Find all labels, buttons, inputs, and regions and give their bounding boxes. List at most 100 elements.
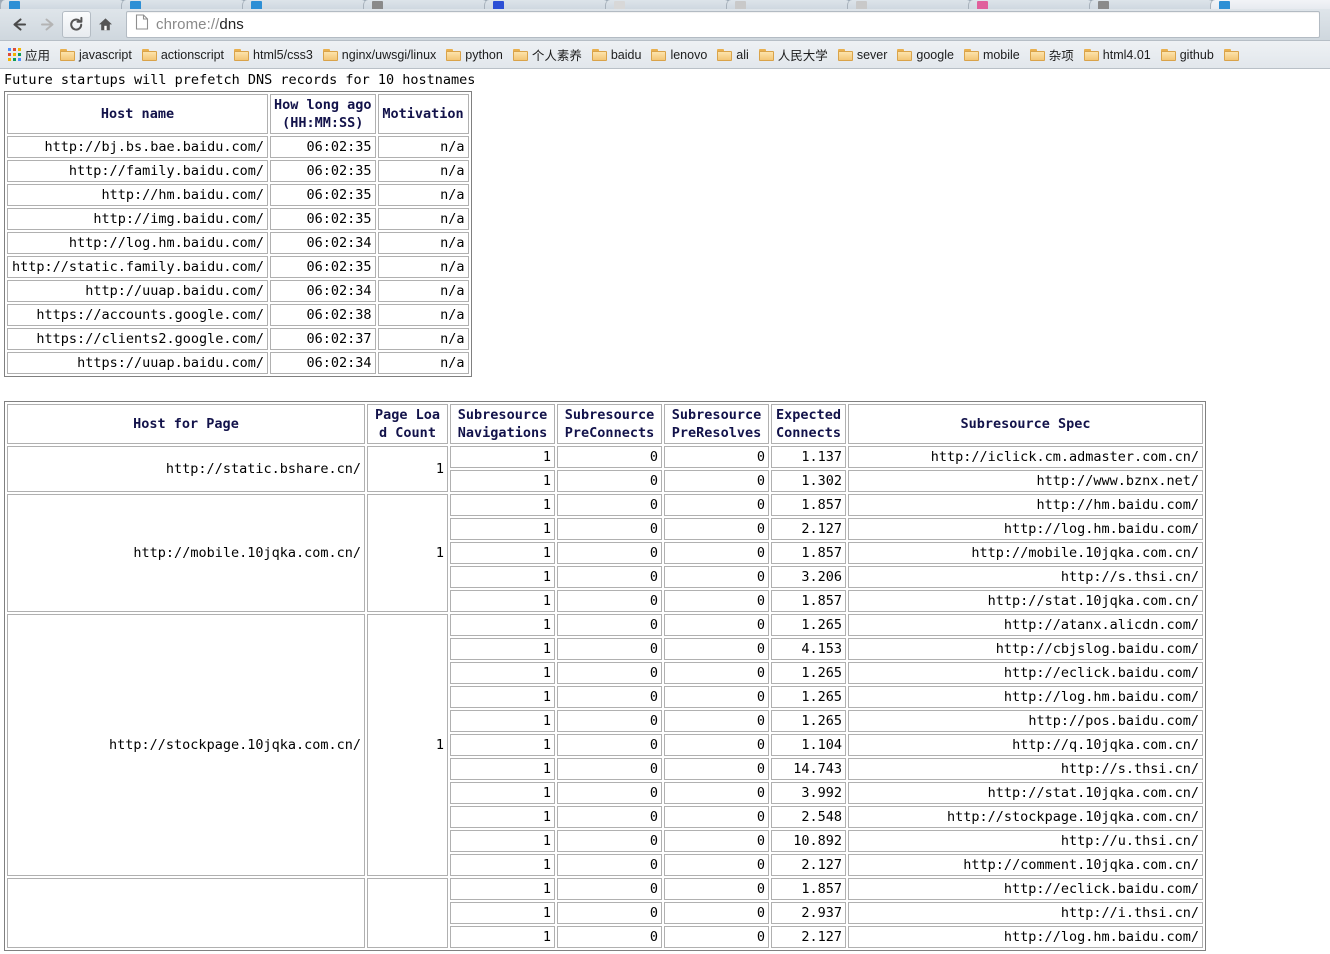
cell-motivation: n/a (377, 232, 469, 254)
folder-icon (717, 48, 733, 61)
cell-subresource-spec: http://eclick.baidu.com/ (848, 662, 1203, 684)
bookmark-apps[interactable]: 应用 (4, 44, 56, 65)
cell-subresource-preresolves: 0 (664, 686, 769, 708)
cell-subresource-preresolves: 0 (664, 566, 769, 588)
bookmark-item-i5[interactable]: 个人素养 (509, 44, 588, 65)
folder-icon (837, 48, 853, 61)
browser-tab[interactable] (242, 0, 367, 9)
bookmark-item-lenovo[interactable]: lenovo (647, 44, 713, 65)
subresource-header-row: Host for Page Page Load Count Subresourc… (7, 404, 1203, 444)
cell-host-name: http://hm.baidu.com/ (7, 184, 268, 206)
cell-subresource-navigations: 1 (450, 590, 555, 612)
bookmark-item-label: 个人素养 (531, 49, 582, 63)
cell-subresource-preresolves: 0 (664, 470, 769, 492)
table-row: http://family.baidu.com/06:02:35 n/a (7, 160, 469, 182)
cell-subresource-preresolves: 0 (664, 446, 769, 468)
bookmark-item-overflow[interactable] (1220, 44, 1245, 65)
header-how-long-ago-line1: How long ago (274, 97, 372, 113)
browser-tab[interactable] (0, 0, 125, 9)
home-button[interactable] (92, 12, 119, 37)
cell-subresource-preresolves: 0 (664, 878, 769, 900)
cell-host-name: http://img.baidu.com/ (7, 208, 268, 230)
cell-subresource-navigations: 1 (450, 734, 555, 756)
cell-subresource-spec: http://hm.baidu.com/ (848, 494, 1203, 516)
bookmark-item-actionscript[interactable]: actionscript (138, 44, 230, 65)
bookmark-item-mobile[interactable]: mobile (960, 44, 1026, 65)
bookmark-item-nginx-uwsgi-linux[interactable]: nginx/uwsgi/linux (319, 44, 443, 65)
bookmarks-bar: 应用 javascript actionscript html5/css3 nginx… (0, 41, 1330, 69)
cell-subresource-spec: http://iclick.cm.admaster.com.cn/ (848, 446, 1203, 468)
folder-icon (651, 48, 667, 61)
reload-button[interactable] (62, 11, 91, 38)
cell-subresource-preresolves: 0 (664, 902, 769, 924)
forward-arrow-icon (41, 18, 54, 31)
cell-subresource-preconnects: 0 (557, 734, 662, 756)
cell-subresource-preconnects: 0 (557, 662, 662, 684)
cell-subresource-spec: http://log.hm.baidu.com/ (848, 686, 1203, 708)
folder-icon (512, 48, 528, 61)
cell-expected-connects: 1.857 (771, 494, 846, 516)
url-path: dns (219, 16, 244, 33)
cell-host-for-page: http://stockpage.10jqka.com.cn/ (7, 614, 365, 876)
tab-favicon-icon (9, 1, 20, 9)
cell-host-name: http://log.hm.baidu.com/ (7, 232, 268, 254)
browser-tab[interactable] (1089, 0, 1214, 9)
browser-tab[interactable] (726, 0, 851, 9)
tab-favicon-icon (493, 1, 504, 9)
header-motivation: Motivation (377, 94, 469, 134)
browser-tab[interactable] (847, 0, 972, 9)
forward-button[interactable] (34, 12, 61, 37)
cell-host-name: https://accounts.google.com/ (7, 304, 268, 326)
bookmark-item-ali[interactable]: ali (713, 44, 755, 65)
cell-subresource-navigations: 1 (450, 782, 555, 804)
cell-subresource-preresolves: 0 (664, 854, 769, 876)
bookmark-item-baidu[interactable]: baidu (588, 44, 648, 65)
browser-tab[interactable] (1210, 0, 1330, 9)
tab-favicon-icon (372, 1, 383, 9)
header-how-long-ago: How long ago (HH:MM:SS) (270, 94, 376, 134)
cell-host-name: http://uuap.baidu.com/ (7, 280, 268, 302)
folder-icon (1083, 48, 1099, 61)
bookmark-apps-label: 应用 (25, 49, 51, 63)
tab-strip[interactable] (0, 0, 1330, 9)
url-scheme: chrome:// (156, 16, 220, 33)
table-row: https://accounts.google.com/06:02:38 n/a (7, 304, 469, 326)
browser-tab[interactable] (484, 0, 609, 9)
bookmark-item-html5-css3[interactable]: html5/css3 (230, 44, 319, 65)
prefetch-table-head: Host name How long ago (HH:MM:SS) Motiva… (7, 94, 469, 134)
folder-icon (446, 48, 462, 61)
back-button[interactable] (6, 12, 33, 37)
browser-toolbar: chrome://dns (0, 9, 1330, 41)
cell-page-load-count: 1 (367, 614, 448, 876)
bookmark-item-javascript[interactable]: javascript (56, 44, 138, 65)
cell-expected-connects: 1.265 (771, 662, 846, 684)
bookmark-item-i13[interactable]: 杂项 (1026, 44, 1080, 65)
bookmark-item-github[interactable]: github (1157, 44, 1220, 65)
bookmark-item-google[interactable]: google (893, 44, 960, 65)
browser-tab[interactable] (363, 0, 488, 9)
cell-motivation: n/a (377, 328, 469, 350)
cell-subresource-spec: http://log.hm.baidu.com/ (848, 518, 1203, 540)
bookmark-item-html4-01[interactable]: html4.01 (1080, 44, 1157, 65)
cell-how-long-ago: 06:02:35 (270, 160, 376, 182)
cell-subresource-preresolves: 0 (664, 542, 769, 564)
cell-subresource-preresolves: 0 (664, 662, 769, 684)
cell-subresource-navigations: 1 (450, 926, 555, 948)
bookmark-item-label: mobile (982, 47, 1020, 62)
bookmark-item-python[interactable]: python (442, 44, 509, 65)
bookmark-item-i9[interactable]: 人民大学 (755, 44, 834, 65)
cell-subresource-spec: http://eclick.baidu.com/ (848, 878, 1203, 900)
table-row: http://uuap.baidu.com/06:02:34 n/a (7, 280, 469, 302)
cell-expected-connects: 1.302 (771, 470, 846, 492)
cell-expected-connects: 3.206 (771, 566, 846, 588)
cell-subresource-navigations: 1 (450, 758, 555, 780)
browser-tab[interactable] (605, 0, 730, 9)
bookmark-item-label: nginx/uwsgi/linux (341, 47, 437, 62)
address-bar[interactable]: chrome://dns (126, 11, 1320, 38)
cell-motivation: n/a (377, 352, 469, 374)
bookmark-item-sever[interactable]: sever (834, 44, 894, 65)
cell-expected-connects: 2.548 (771, 806, 846, 828)
browser-tab[interactable] (121, 0, 246, 9)
cell-subresource-preresolves: 0 (664, 806, 769, 828)
browser-tab[interactable] (968, 0, 1093, 9)
